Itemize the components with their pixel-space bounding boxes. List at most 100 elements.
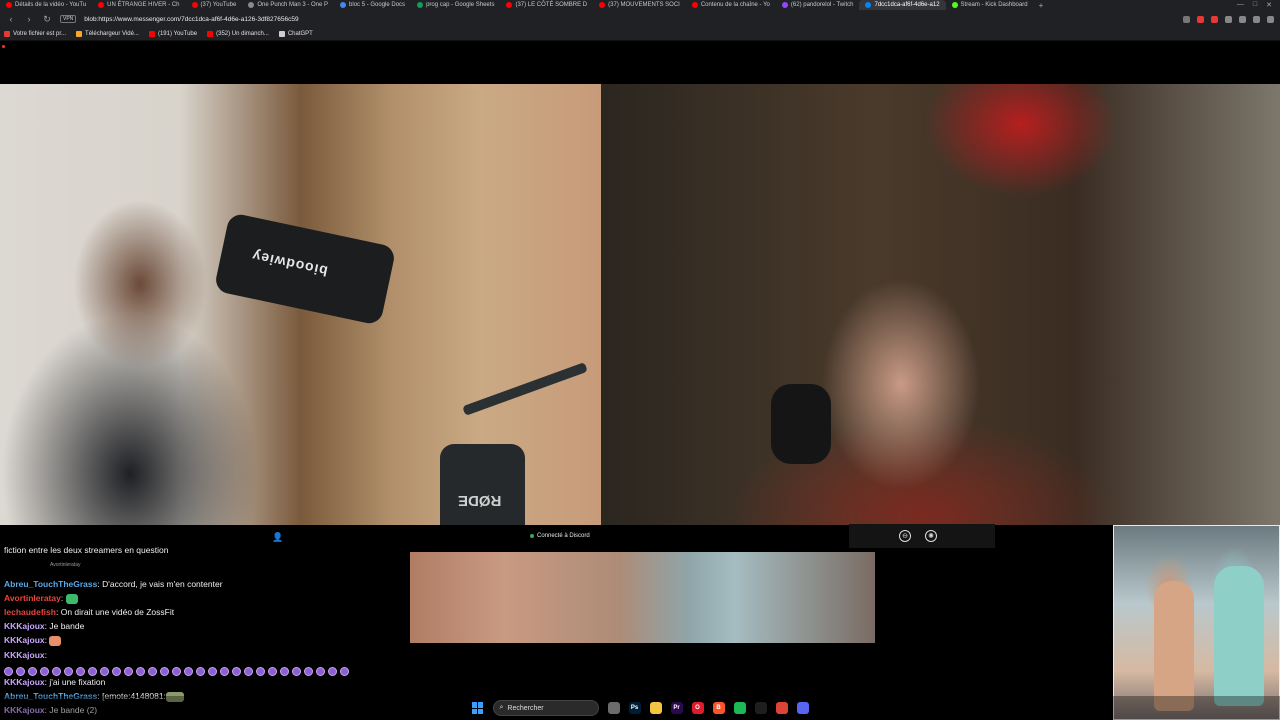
- tab-favicon-icon: [781, 2, 788, 8]
- chat-username[interactable]: lechaudefish: [4, 607, 56, 617]
- brave-label: B: [716, 705, 721, 711]
- tab-favicon-icon: [6, 2, 12, 8]
- extension-icons: [1183, 15, 1274, 23]
- browser-tab-bar: Détails de la vidéo - YouTu UN ÉTRANGE HI…: [0, 0, 1280, 10]
- puzzle-icon[interactable]: [1225, 15, 1232, 23]
- vpn-badge[interactable]: VPN: [60, 15, 77, 23]
- chat-message: KKKajoux: Je bande: [4, 621, 85, 631]
- chat-username[interactable]: KKKajoux: [4, 650, 45, 660]
- browser-tab[interactable]: One Punch Man 3 - One P: [242, 0, 334, 10]
- url-field[interactable]: blob:https://www.messenger.com/7dcc1dca-…: [84, 16, 1175, 23]
- terminal-icon[interactable]: [754, 702, 767, 714]
- bookmark-item[interactable]: (352) Un dimanch...: [207, 31, 269, 37]
- chat-text: j'ai une fixation: [49, 677, 106, 687]
- bookmark-item[interactable]: ChatGPT: [278, 31, 313, 37]
- profile-icon[interactable]: [1253, 15, 1260, 23]
- browser-tab[interactable]: Stream - Kick Dashboard: [946, 0, 1034, 10]
- tab-label: (37) LE CÔTÉ SOMBRE D: [515, 2, 588, 8]
- extension-badge-icon[interactable]: [1211, 15, 1218, 23]
- windows-taskbar: ⌕ Rechercher Ps Pr O B: [0, 696, 1280, 720]
- opera-icon[interactable]: O: [691, 702, 704, 714]
- status-text: Connecté à Discord: [537, 533, 590, 539]
- tab-favicon-icon: [506, 2, 513, 8]
- file-explorer-icon[interactable]: [607, 702, 620, 714]
- chat-message: fiction entre les deux streamers en ques…: [4, 543, 168, 557]
- maximize-icon[interactable]: □: [1253, 1, 1257, 9]
- stream-chat: Avortinleratay fiction entre les deux st…: [0, 532, 410, 720]
- chat-username[interactable]: KKKajoux: [4, 621, 45, 631]
- chat-emote-icon: [49, 635, 62, 646]
- bookmark-favicon-icon: [148, 31, 155, 37]
- chat-username[interactable]: KKKajoux: [4, 677, 45, 687]
- effects-icon[interactable]: ✺: [925, 530, 937, 542]
- forward-icon[interactable]: ›: [24, 14, 34, 24]
- browser-tab[interactable]: prog cap - Google Sheets: [411, 0, 500, 10]
- recording-dot-icon: [2, 45, 5, 48]
- browser-tab[interactable]: Contenu de la chaîne - Yo: [686, 0, 776, 10]
- browser-tab[interactable]: bloc 5 - Google Docs: [334, 0, 411, 10]
- tab-favicon-icon: [248, 2, 255, 8]
- chat-faint-label: Avortinleratay: [50, 562, 81, 568]
- chat-username[interactable]: Abreu_TouchTheGrass: [4, 579, 97, 589]
- browser-tab[interactable]: (37) MOUVEMENTS SOCI: [593, 0, 686, 10]
- taskbar-search[interactable]: ⌕ Rechercher: [492, 700, 599, 716]
- search-icon: ⌕: [499, 704, 504, 711]
- browser-tab[interactable]: 7dcc1dca-af6f-4d6e-a12: [859, 0, 946, 10]
- back-icon[interactable]: ‹: [6, 14, 16, 24]
- browser-tab[interactable]: (62) pandorelol - Twitch: [776, 0, 860, 10]
- premiere-icon[interactable]: Pr: [670, 702, 683, 714]
- bookmark-item[interactable]: (191) YouTube: [148, 31, 198, 37]
- extension-red-icon[interactable]: [1197, 15, 1204, 23]
- new-tab-button[interactable]: +: [1034, 1, 1049, 10]
- chat-username[interactable]: Avortinleratay: [4, 593, 61, 603]
- tab-favicon-icon: [98, 2, 105, 8]
- photoshop-icon[interactable]: Ps: [628, 702, 641, 714]
- folder-icon[interactable]: [649, 702, 662, 714]
- tab-label: Détails de la vidéo - YouTu: [15, 2, 87, 8]
- windows-start-icon[interactable]: [471, 702, 484, 714]
- photoshop-label: Ps: [630, 705, 639, 711]
- spotify-icon[interactable]: [733, 702, 746, 714]
- tab-favicon-icon: [417, 2, 424, 8]
- screen-share-strip[interactable]: [410, 552, 875, 643]
- chat-message: lechaudefish: On dirait une vidéo de Zos…: [4, 607, 175, 617]
- tab-label: One Punch Man 3 - One P: [257, 2, 329, 8]
- chat-username[interactable]: KKKajoux: [4, 635, 45, 645]
- bookmark-item[interactable]: Votre fichier est pr...: [4, 31, 66, 37]
- bookmark-favicon-icon: [278, 31, 285, 37]
- video-tile-right[interactable]: [601, 84, 1280, 525]
- browser-tab[interactable]: (37) LE CÔTÉ SOMBRE D: [500, 0, 593, 10]
- browser-tab[interactable]: (37) YouTube: [186, 0, 243, 10]
- browser-tab[interactable]: UN ÉTRANGE HIVER - Ch: [92, 0, 185, 10]
- bookmark-item[interactable]: Téléchargeur Vidé...: [76, 31, 139, 37]
- chat-message: KKKajoux:: [4, 650, 47, 660]
- close-icon[interactable]: ✕: [1266, 1, 1272, 9]
- tab-label: bloc 5 - Google Docs: [349, 2, 406, 8]
- status-dot-icon: [530, 534, 534, 538]
- browser-tab[interactable]: Détails de la vidéo - YouTu: [0, 0, 92, 10]
- chrome-icon[interactable]: [775, 702, 788, 714]
- pip-person-left: [1154, 581, 1194, 711]
- chat-text: Je bande: [49, 621, 85, 631]
- brave-icon[interactable]: B: [712, 702, 725, 714]
- picture-in-picture-video[interactable]: [1113, 525, 1280, 720]
- reload-icon[interactable]: ↻: [42, 14, 52, 25]
- opera-label: O: [695, 705, 700, 711]
- tab-label: UN ÉTRANGE HIVER - Ch: [107, 2, 180, 8]
- chat-message: KKKajoux: j'ai une fixation: [4, 677, 106, 687]
- bookmark-label: ChatGPT: [287, 31, 313, 37]
- audio-settings-icon[interactable]: ⊖: [899, 530, 911, 542]
- tab-favicon-icon: [340, 2, 347, 8]
- sidebar-icon[interactable]: [1239, 15, 1246, 23]
- chat-message: Avortinleratay:: [4, 591, 78, 605]
- tab-favicon-icon: [691, 2, 698, 8]
- download-icon[interactable]: [1183, 15, 1190, 23]
- headphones: [771, 384, 831, 464]
- tab-label: 7dcc1dca-af6f-4d6e-a12: [874, 2, 940, 8]
- menu-icon[interactable]: [1267, 15, 1274, 23]
- minimize-icon[interactable]: —: [1237, 1, 1244, 9]
- discord-icon[interactable]: [796, 702, 809, 714]
- tab-favicon-icon: [865, 2, 872, 8]
- bookmark-label: (191) YouTube: [157, 31, 198, 37]
- video-tile-left[interactable]: bioodwiey RØDE: [0, 84, 601, 525]
